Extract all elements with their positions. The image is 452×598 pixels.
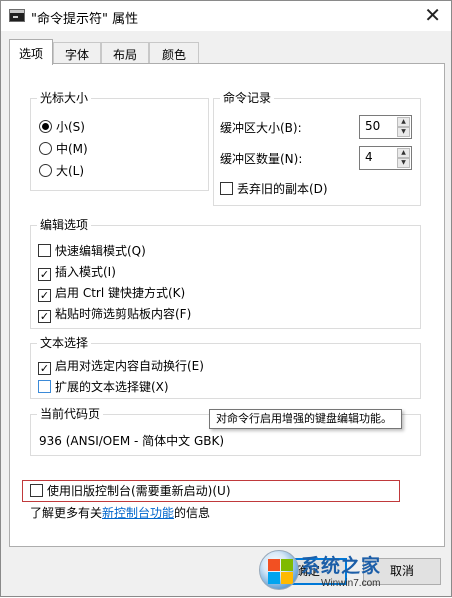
- discard-checkbox[interactable]: [220, 182, 233, 195]
- radio-small-label: 小(S): [56, 120, 85, 134]
- filter-paste-option[interactable]: ✓ 粘贴时筛选剪贴板内容(F): [38, 306, 191, 324]
- ctrl-shortcuts-label: 启用 Ctrl 键快捷方式(K): [55, 286, 186, 300]
- tab-options[interactable]: 选项: [9, 39, 53, 65]
- tab-colors[interactable]: 颜色: [149, 42, 199, 64]
- tab-layout[interactable]: 布局: [101, 42, 149, 64]
- watermark-brand: 系统之家: [301, 555, 382, 577]
- properties-window: "命令提示符" 属性 ✕ 选项 字体 布局 颜色 光标大小 小(S) 中(M) …: [0, 0, 452, 597]
- window-title: "命令提示符" 属性: [31, 12, 139, 27]
- console-app-icon: [9, 9, 25, 22]
- code-page-title: 当前代码页: [37, 407, 104, 421]
- legacy-console-checkbox[interactable]: [30, 484, 43, 497]
- insert-mode-label: 插入模式(I): [55, 265, 116, 279]
- command-history-title: 命令记录: [220, 91, 275, 105]
- edit-options-group: 编辑选项 快速编辑模式(Q) ✓ 插入模式(I) ✓ 启用 Ctrl 键快捷方式(K…: [30, 218, 421, 329]
- close-icon[interactable]: ✕: [424, 3, 441, 27]
- line-wrap-option[interactable]: ✓ 启用对选定内容自动换行(E): [38, 358, 204, 376]
- extended-selection-checkbox[interactable]: [38, 380, 51, 393]
- line-wrap-label: 启用对选定内容自动换行(E): [55, 359, 204, 373]
- insert-mode-checkbox[interactable]: ✓: [38, 268, 51, 281]
- buffer-count-stepper[interactable]: 4 ▲ ▼: [359, 146, 412, 170]
- radio-medium-dot[interactable]: [39, 142, 52, 155]
- insert-mode-option[interactable]: ✓ 插入模式(I): [38, 264, 116, 282]
- spin-up-icon[interactable]: ▲: [397, 117, 410, 127]
- radio-medium[interactable]: 中(M): [39, 141, 88, 159]
- radio-small-dot[interactable]: [39, 120, 52, 133]
- legacy-console-label: 使用旧版控制台(需要重新启动)(U): [47, 484, 231, 498]
- learn-more-suffix: 的信息: [174, 506, 211, 520]
- extended-selection-label: 扩展的文本选择键(X): [55, 380, 169, 394]
- discard-duplicates[interactable]: 丢弃旧的副本(D): [220, 181, 328, 199]
- buffer-size-stepper[interactable]: 50 ▲ ▼: [359, 115, 412, 139]
- ctrl-shortcuts-checkbox[interactable]: ✓: [38, 289, 51, 302]
- radio-large-label: 大(L): [56, 164, 85, 178]
- line-wrap-checkbox[interactable]: ✓: [38, 362, 51, 375]
- text-selection-title: 文本选择: [37, 336, 92, 350]
- options-panel: 光标大小 小(S) 中(M) 大(L) 命令记录 缓冲区大小(B): 50 ▲ …: [9, 63, 445, 547]
- filter-paste-checkbox[interactable]: ✓: [38, 310, 51, 323]
- tab-font[interactable]: 字体: [53, 42, 101, 64]
- cursor-size-group: 光标大小 小(S) 中(M) 大(L): [30, 91, 209, 191]
- text-selection-group: 文本选择 ✓ 启用对选定内容自动换行(E) 扩展的文本选择键(X): [30, 336, 421, 399]
- learn-more-prefix: 了解更多有关: [30, 506, 103, 520]
- spin-up-icon[interactable]: ▲: [397, 148, 410, 158]
- ctrl-shortcuts-option[interactable]: ✓ 启用 Ctrl 键快捷方式(K): [38, 285, 185, 303]
- quick-edit-checkbox[interactable]: [38, 244, 51, 257]
- watermark-url: Winwin7.com: [321, 578, 381, 589]
- quick-edit-option[interactable]: 快速编辑模式(Q): [38, 243, 146, 261]
- tooltip: 对命令行启用增强的键盘编辑功能。: [209, 409, 402, 429]
- spin-down-icon[interactable]: ▼: [397, 158, 410, 168]
- new-console-features-link[interactable]: 新控制台功能: [102, 506, 174, 520]
- cursor-size-title: 光标大小: [37, 91, 92, 105]
- filter-paste-label: 粘贴时筛选剪贴板内容(F): [55, 307, 192, 321]
- title-bar[interactable]: "命令提示符" 属性 ✕: [1, 1, 451, 31]
- radio-large-dot[interactable]: [39, 164, 52, 177]
- discard-label: 丢弃旧的副本(D): [237, 182, 328, 196]
- windows-orb-icon: [259, 550, 299, 590]
- radio-small[interactable]: 小(S): [39, 119, 85, 137]
- edit-options-title: 编辑选项: [37, 218, 92, 232]
- buffer-size-label: 缓冲区大小(B):: [220, 121, 302, 135]
- radio-large[interactable]: 大(L): [39, 163, 84, 181]
- code-page-value: 936 (ANSI/OEM - 简体中文 GBK): [39, 434, 225, 448]
- legacy-console-option[interactable]: 使用旧版控制台(需要重新启动)(U): [30, 483, 231, 501]
- spin-down-icon[interactable]: ▼: [397, 127, 410, 137]
- extended-selection-option[interactable]: 扩展的文本选择键(X): [38, 379, 169, 397]
- radio-medium-label: 中(M): [56, 142, 88, 156]
- command-history-group: 命令记录 缓冲区大小(B): 50 ▲ ▼ 缓冲区数量(N): 4 ▲ ▼ 丢弃…: [213, 91, 421, 206]
- learn-more-text: 了解更多有关新控制台功能的信息: [30, 505, 210, 523]
- buffer-count-label: 缓冲区数量(N):: [220, 152, 303, 166]
- watermark-logo: 系统之家 Winwin7.com: [259, 548, 452, 598]
- buffer-size-value[interactable]: 50: [365, 119, 380, 133]
- buffer-count-value[interactable]: 4: [365, 150, 373, 164]
- quick-edit-label: 快速编辑模式(Q): [55, 244, 146, 258]
